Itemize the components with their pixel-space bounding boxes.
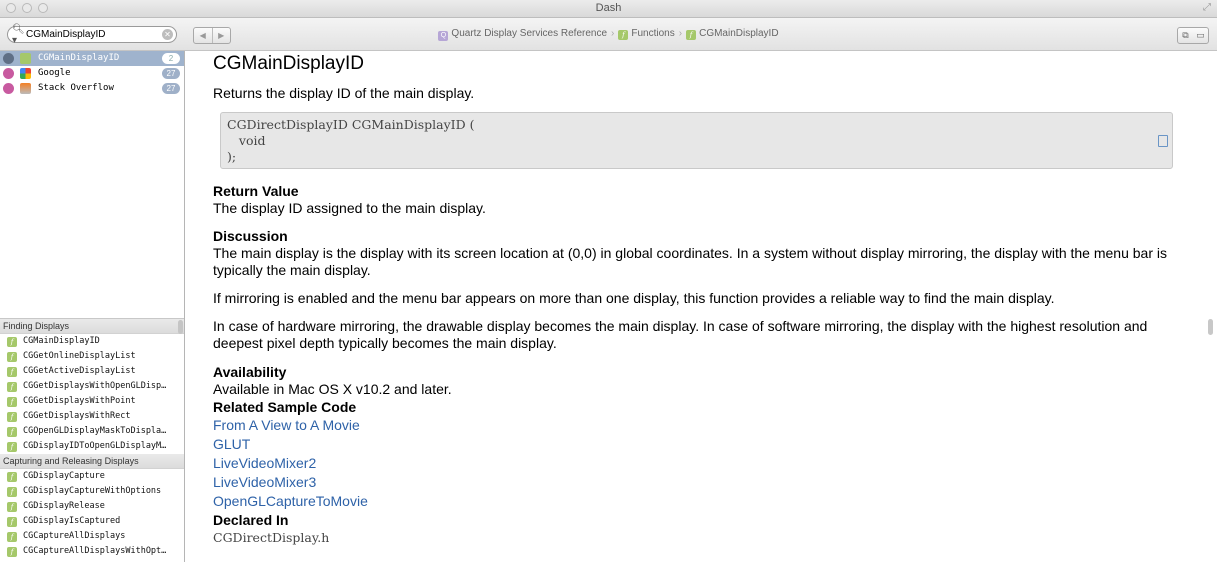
- section-text: The main display is the display with its…: [213, 245, 1168, 278]
- function-icon: f: [7, 397, 17, 407]
- toc-item[interactable]: f CGDisplayCaptureWithOptions: [0, 484, 184, 499]
- function-icon: [20, 53, 31, 64]
- function-icon: f: [7, 472, 17, 482]
- open-in-browser-icon[interactable]: ⧉: [1178, 28, 1193, 43]
- window-titlebar: Dash ⤢: [0, 0, 1217, 18]
- function-icon: f: [7, 502, 17, 512]
- toc-item[interactable]: f CGMainDisplayID: [0, 334, 184, 349]
- search-results: CGMainDisplayID 2 Google 27 Stack Overfl…: [0, 51, 184, 96]
- toc-item[interactable]: f CGGetDisplaysWithOpenGLDisp…: [0, 379, 184, 394]
- function-icon: f: [7, 532, 17, 542]
- function-icon: f: [7, 487, 17, 497]
- toc-item[interactable]: f CGGetOnlineDisplayList: [0, 349, 184, 364]
- result-count: 27: [162, 68, 180, 79]
- function-icon: f: [7, 352, 17, 362]
- chevron-right-icon: ›: [611, 28, 615, 39]
- section-text: Available in Mac OS X v10.2 and later.: [213, 381, 452, 397]
- toolbar: 🔍︎▾ ✕ ◀ ▶ QQuartz Display Services Refer…: [0, 18, 1217, 51]
- section-heading: Related Sample Code: [213, 399, 357, 415]
- section-text: If mirroring is enabled and the menu bar…: [213, 290, 1055, 306]
- function-icon: f: [7, 412, 17, 422]
- result-item[interactable]: Stack Overflow 27: [0, 81, 184, 96]
- toc-item[interactable]: f CGCaptureAllDisplays: [0, 529, 184, 544]
- sample-code-link[interactable]: LiveVideoMixer2: [213, 454, 1173, 473]
- stack-overflow-icon: [20, 83, 31, 94]
- toc-scrollbar[interactable]: [178, 320, 183, 334]
- section-heading: Declared In: [213, 512, 289, 528]
- toc-item[interactable]: f CGDisplayIDToOpenGLDisplayM…: [0, 439, 184, 454]
- declaration-code: CGDirectDisplayID CGMainDisplayID ( void…: [220, 112, 1173, 169]
- toc-item[interactable]: f CGDisplayRelease: [0, 499, 184, 514]
- discussion-section: Discussion The main display is the displ…: [213, 227, 1173, 352]
- docset-icon: [3, 53, 14, 64]
- section-text: In case of hardware mirroring, the drawa…: [213, 318, 1148, 351]
- declaration-text: CGDirectDisplayID CGMainDisplayID ( void…: [227, 117, 475, 164]
- docset-icon: [3, 83, 14, 94]
- content-scrollbar[interactable]: [1208, 319, 1213, 335]
- section-text: The display ID assigned to the main disp…: [213, 200, 486, 216]
- result-label: CGMainDisplayID: [38, 53, 120, 63]
- function-icon: f: [7, 337, 17, 347]
- toc-item[interactable]: f CGDisplayCapture: [0, 469, 184, 484]
- breadcrumb-item[interactable]: Functions: [631, 28, 674, 39]
- toc-item[interactable]: f CGGetDisplaysWithPoint: [0, 394, 184, 409]
- abstract: Returns the display ID of the main displ…: [213, 85, 475, 101]
- toc-item[interactable]: f CGGetActiveDisplayList: [0, 364, 184, 379]
- sample-code-links: From A View to A Movie GLUT LiveVideoMix…: [213, 416, 1173, 511]
- header-file: CGDirectDisplay.h: [213, 530, 330, 545]
- toc-item[interactable]: f CGGetDisplaysWithRect: [0, 409, 184, 424]
- bookmark-icon[interactable]: ▭: [1193, 28, 1208, 43]
- page-title: CGMainDisplayID: [213, 53, 364, 74]
- result-label: Google: [38, 68, 71, 78]
- section-heading: Discussion: [213, 228, 288, 244]
- function-icon: f: [7, 367, 17, 377]
- toc-section-header: Finding Displays: [0, 319, 184, 334]
- breadcrumb: Q Quartz Display Services Reference › f Func…: [0, 28, 1217, 41]
- function-icon: f: [686, 30, 697, 40]
- copy-icon[interactable]: [1158, 135, 1168, 147]
- function-icon: f: [7, 547, 17, 557]
- return-value-section: Return Value The display ID assigned to …: [213, 182, 1173, 217]
- toc-item[interactable]: f CGCaptureAllDisplaysWithOpt…: [0, 544, 184, 559]
- sidebar: CGMainDisplayID 2 Google 27 Stack Overfl…: [0, 51, 185, 562]
- result-item[interactable]: Google 27: [0, 66, 184, 81]
- chevron-right-icon: ›: [678, 28, 683, 39]
- sample-code-link[interactable]: GLUT: [213, 435, 1173, 454]
- section-heading: Availability: [213, 364, 287, 380]
- sample-code-link[interactable]: OpenGLCaptureToMovie: [213, 492, 1173, 511]
- table-of-contents: Finding Displays f CGMainDisplayID f CGGet…: [0, 318, 184, 563]
- sample-code-link[interactable]: LiveVideoMixer3: [213, 473, 1173, 492]
- breadcrumb-item[interactable]: CGMainDisplayID: [699, 28, 778, 39]
- page-actions: ⧉ ▭: [1177, 27, 1209, 44]
- sample-code-link[interactable]: From A View to A Movie: [213, 416, 1173, 435]
- google-icon: [20, 68, 31, 79]
- section-heading: Return Value: [213, 183, 299, 199]
- toc-section-header: Capturing and Releasing Displays: [0, 454, 184, 469]
- result-item[interactable]: CGMainDisplayID 2: [0, 51, 184, 66]
- result-label: Stack Overflow: [38, 83, 114, 93]
- availability-section: Availability Available in Mac OS X v10.2…: [213, 363, 1173, 547]
- toc-item[interactable]: f CGOpenGLDisplayMaskToDispla…: [0, 424, 184, 439]
- result-count: 2: [162, 53, 180, 64]
- function-icon: f: [7, 382, 17, 392]
- function-icon: f: [7, 517, 17, 527]
- window-title: Dash: [595, 2, 622, 14]
- reference-icon: Q: [438, 31, 449, 41]
- result-count: 27: [162, 83, 180, 94]
- function-icon: f: [7, 442, 17, 452]
- doc-body: CGMainDisplayID Returns the display ID o…: [213, 51, 1173, 547]
- documentation-view: CGMainDisplayID Returns the display ID o…: [186, 51, 1217, 562]
- fullscreen-icon[interactable]: ⤢: [1203, 2, 1211, 13]
- docset-icon: [3, 68, 14, 79]
- function-icon: f: [618, 30, 629, 40]
- function-icon: f: [7, 427, 17, 437]
- toc-item[interactable]: f CGDisplayIsCaptured: [0, 514, 184, 529]
- breadcrumb-item[interactable]: Quartz Display Services Reference: [451, 28, 607, 39]
